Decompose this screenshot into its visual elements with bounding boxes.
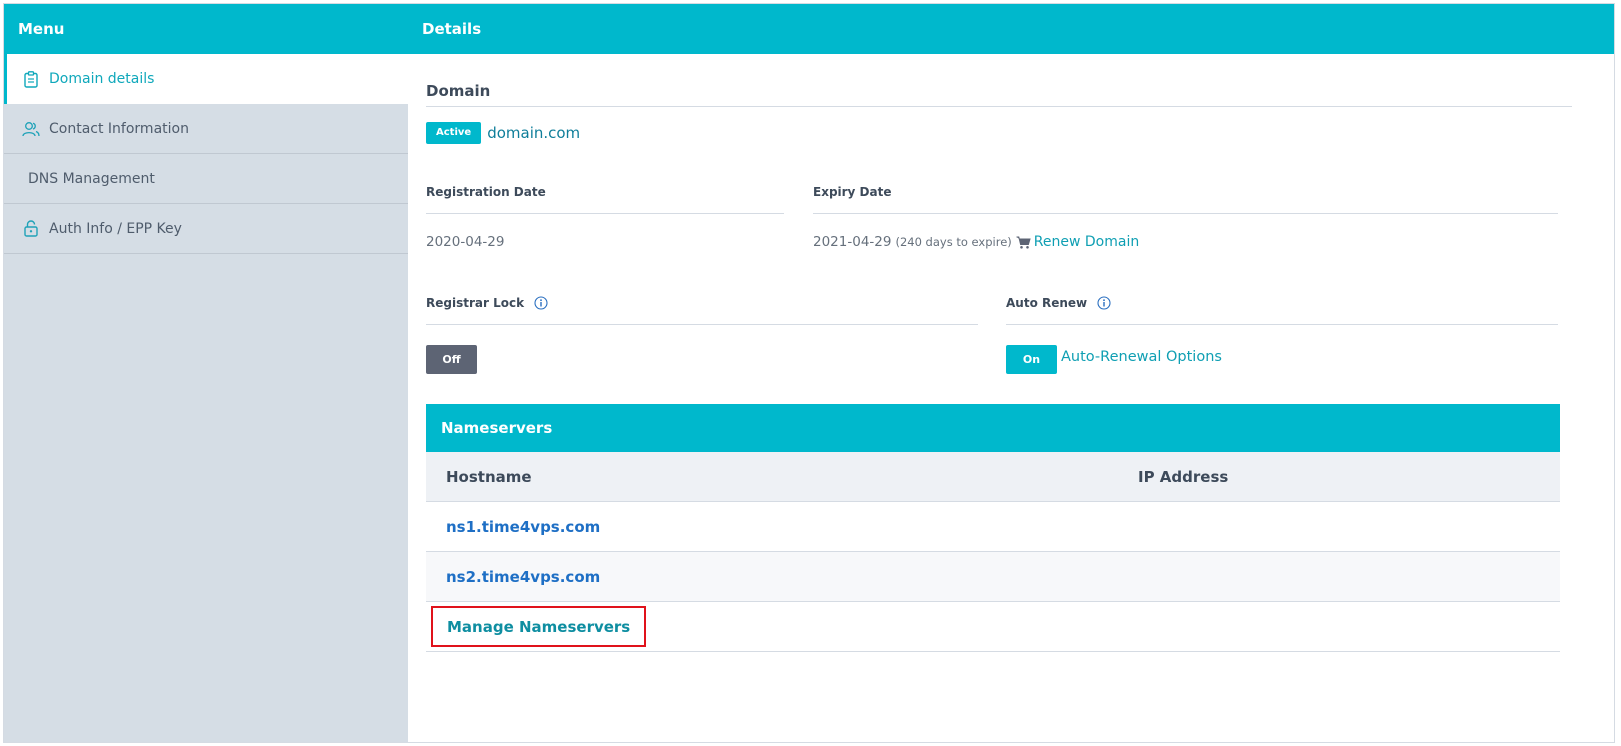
cart-icon	[1016, 236, 1031, 249]
column-header-ip-address: IP Address	[1138, 467, 1229, 486]
nameservers-header-row: Hostname IP Address	[426, 452, 1560, 502]
clipboard-icon	[22, 70, 40, 88]
main-title: Details	[408, 4, 1614, 54]
expiry-date-label: Expiry Date	[813, 185, 1558, 214]
domain-name-link[interactable]: domain.com	[487, 124, 580, 142]
unlock-icon	[22, 220, 40, 238]
sidebar-item-contact-information[interactable]: Contact Information	[4, 104, 408, 154]
table-row: ns2.time4vps.com	[426, 552, 1560, 602]
nameservers-title: Nameservers	[426, 404, 1560, 452]
auto-renew-label-text: Auto Renew	[1006, 296, 1088, 310]
renew-domain-link[interactable]: Renew Domain	[1016, 234, 1139, 250]
sidebar-item-dns-management[interactable]: DNS Management	[4, 154, 408, 204]
table-row: Manage Nameservers	[426, 602, 1560, 652]
registration-date-value: 2020-04-29	[426, 234, 505, 250]
nameserver-link[interactable]: ns2.time4vps.com	[446, 568, 600, 586]
info-icon[interactable]	[534, 296, 548, 310]
nameserver-link[interactable]: ns1.time4vps.com	[446, 518, 600, 536]
domain-row: Active domain.com	[426, 122, 580, 144]
sidebar-item-label: Contact Information	[49, 120, 189, 137]
main-panel: Details Domain Active domain.com Registr…	[408, 4, 1614, 742]
users-icon	[22, 120, 40, 138]
expiry-date-label-text: Expiry Date	[813, 185, 892, 199]
sidebar-item-label: DNS Management	[28, 170, 155, 187]
info-icon[interactable]	[1097, 296, 1111, 310]
domain-section-title: Domain	[426, 82, 1572, 107]
sidebar-title: Menu	[4, 4, 408, 54]
registrar-lock-toggle[interactable]: Off	[426, 345, 477, 374]
sidebar-item-label: Domain details	[49, 71, 155, 87]
nameservers-panel: Nameservers Hostname IP Address ns1.time…	[426, 404, 1560, 652]
sidebar-item-domain-details[interactable]: Domain details	[4, 54, 408, 104]
registrar-lock-label: Registrar Lock	[426, 296, 978, 325]
renew-domain-label: Renew Domain	[1033, 234, 1140, 250]
auto-renew-toggle[interactable]: On	[1006, 345, 1057, 374]
days-to-expire: (240 days to expire)	[895, 235, 1012, 249]
table-row: ns1.time4vps.com	[426, 502, 1560, 552]
highlight-box: Manage Nameservers	[431, 606, 647, 647]
app-frame: Menu Domain details Contact Information …	[3, 3, 1615, 743]
manage-nameservers-link[interactable]: Manage Nameservers	[447, 618, 630, 636]
registration-date-label: Registration Date	[426, 185, 784, 214]
sidebar-item-label: Auth Info / EPP Key	[49, 220, 182, 237]
registration-date-label-text: Registration Date	[426, 185, 546, 199]
sidebar: Menu Domain details Contact Information …	[4, 4, 408, 742]
sidebar-item-auth-info[interactable]: Auth Info / EPP Key	[4, 204, 408, 254]
column-header-hostname: Hostname	[446, 467, 532, 486]
expiry-date-row: 2021-04-29 (240 days to expire) Renew Do…	[813, 234, 1139, 250]
auto-renewal-options-link[interactable]: Auto-Renewal Options	[1061, 349, 1222, 365]
expiry-date-value: 2021-04-29	[813, 234, 892, 250]
registrar-lock-label-text: Registrar Lock	[426, 296, 525, 310]
status-badge: Active	[426, 122, 482, 144]
auto-renew-label: Auto Renew	[1006, 296, 1558, 325]
